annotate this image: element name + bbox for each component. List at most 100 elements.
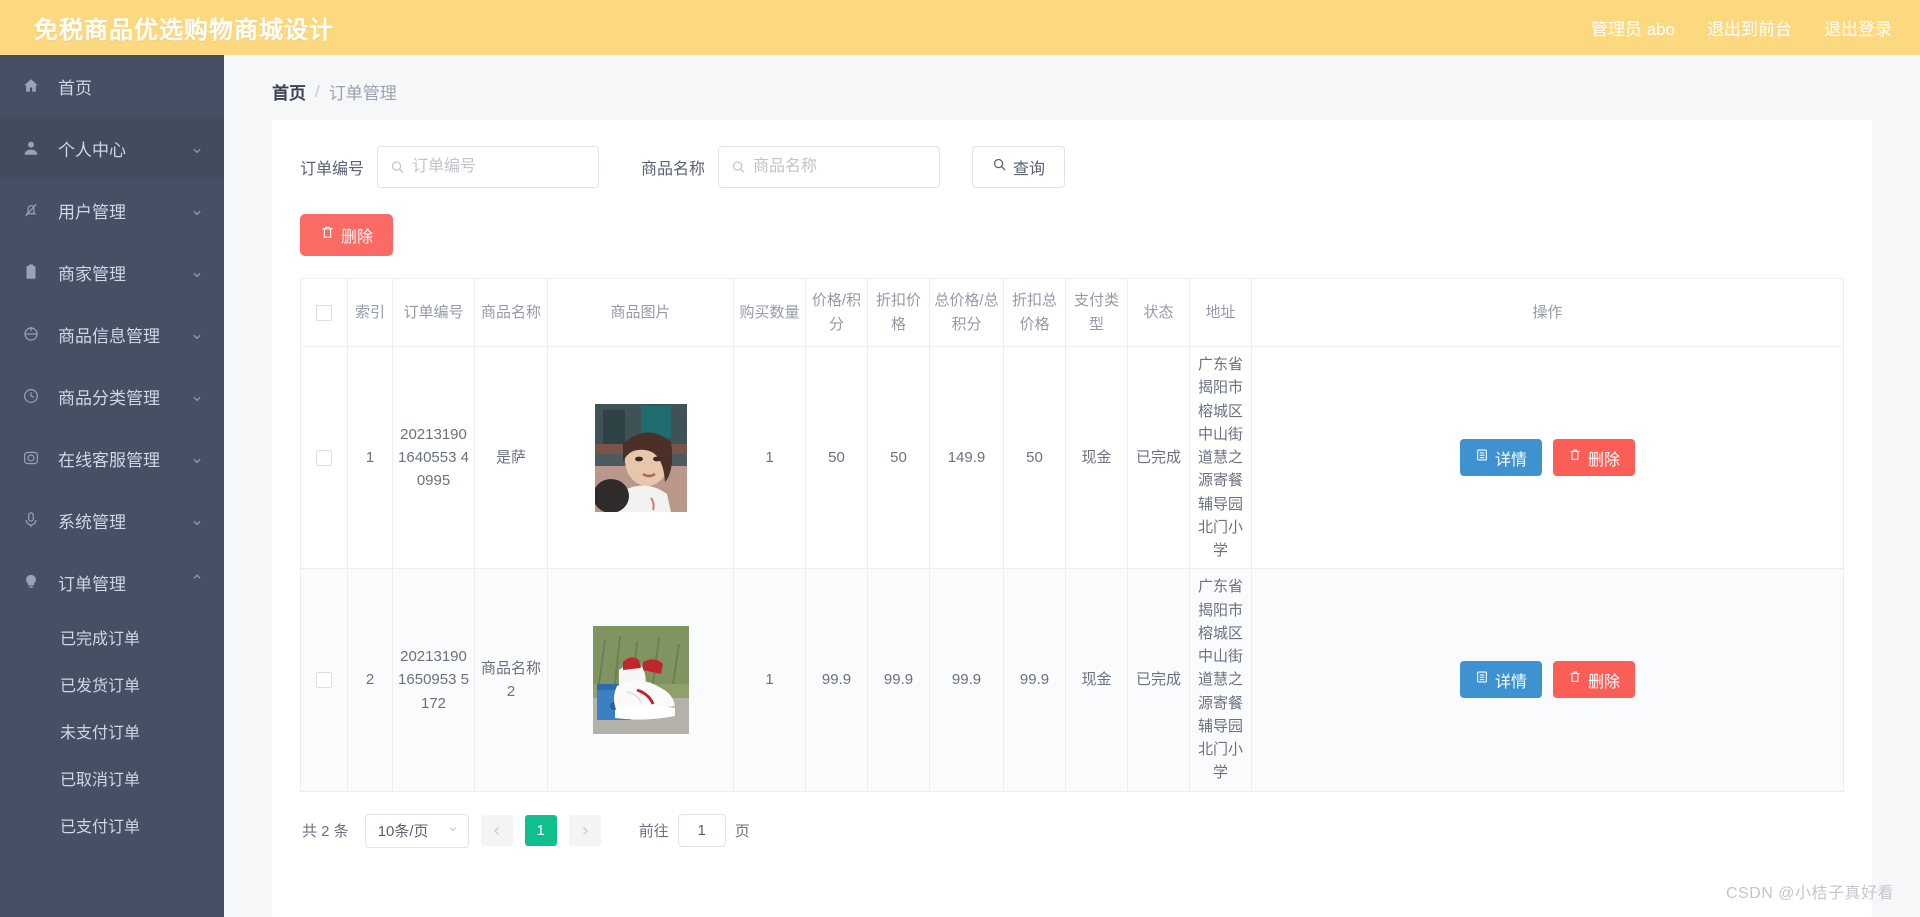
goto-suffix-label: 页 [734, 823, 750, 840]
sidebar-item-user-management[interactable]: 用户管理 ⌄ [0, 179, 224, 241]
sidebar-item-system-management[interactable]: 系统管理 ⌄ [0, 489, 224, 551]
goto-page-group: 前往 页 [639, 814, 750, 847]
sidebar-subitem-paid-orders[interactable]: 已支付订单 [0, 801, 224, 848]
next-page-button[interactable] [568, 815, 601, 846]
cell-product-image [547, 568, 734, 792]
chevron-down-icon [447, 822, 459, 839]
product-name-field-group: 商品名称 [641, 146, 972, 188]
cell-price-points: 99.9 [805, 568, 868, 792]
sidebar-item-home[interactable]: 首页 [0, 55, 224, 117]
cell-pay-type: 现金 [1065, 568, 1128, 792]
row-select-cell [300, 568, 348, 792]
cell-discount-total-price: 50 [1003, 346, 1066, 570]
query-button[interactable]: 查询 [972, 146, 1066, 188]
detail-button[interactable]: 详情 [1459, 661, 1542, 699]
logout-to-front-link[interactable]: 退出到前台 [1707, 15, 1792, 40]
search-input[interactable] [378, 147, 599, 187]
sidebar-item-personal-center[interactable]: 个人中心 ⌄ [0, 117, 224, 179]
sidebar-subitem-cancelled-orders[interactable]: 已取消订单 [0, 754, 224, 801]
sidebar-label: 系统管理 [58, 512, 126, 532]
cell-discount-price: 99.9 [867, 568, 930, 792]
col-quantity: 购买数量 [733, 278, 806, 347]
cell-total-price-points: 149.9 [929, 346, 1004, 570]
bell-off-icon [22, 200, 48, 220]
sidebar-label: 商家管理 [58, 264, 126, 284]
trash-icon [1568, 448, 1582, 467]
col-discount-total-price: 折扣总价格 [1003, 278, 1066, 347]
detail-button[interactable]: 详情 [1459, 439, 1542, 477]
trash-icon [320, 225, 335, 245]
chevron-down-icon: ⌄ [189, 386, 205, 405]
sidebar-item-order-management[interactable]: 订单管理 ⌃ [0, 551, 224, 613]
logout-link[interactable]: 退出登录 [1824, 15, 1892, 40]
prev-page-button[interactable] [480, 815, 513, 846]
breadcrumb-home[interactable]: 首页 [272, 79, 306, 104]
row-delete-button[interactable]: 删除 [1553, 661, 1636, 699]
total-count-label: 共 2 条 [302, 823, 349, 840]
cell-discount-price: 50 [867, 346, 930, 570]
sidebar-item-product-info-management[interactable]: 商品信息管理 ⌄ [0, 303, 224, 365]
sidebar-item-merchant-management[interactable]: 商家管理 ⌄ [0, 241, 224, 303]
row-select-cell [300, 346, 348, 570]
row-checkbox[interactable] [316, 672, 332, 689]
row-delete-label: 删除 [1588, 451, 1621, 469]
col-pay-type: 支付类型 [1065, 278, 1128, 347]
sidebar-subitem-unpaid-orders[interactable]: 未支付订单 [0, 707, 224, 754]
batch-delete-button[interactable]: 删除 [300, 214, 394, 256]
batch-toolbar: 删除 [300, 214, 1844, 256]
bulb-icon [22, 572, 48, 592]
row-actions: 详情 删除 [1256, 439, 1839, 477]
admin-name[interactable]: 管理员 abo [1591, 15, 1675, 40]
col-price-points: 价格/积分 [805, 278, 868, 347]
sidebar-nav: 首页 个人中心 ⌄ 用户管理 ⌄ 商家管理 ⌄ 商品信息管理 ⌄ 商品分类管理 … [0, 55, 224, 917]
document-icon [1475, 448, 1489, 467]
goto-page-input[interactable] [677, 814, 726, 847]
cell-product-name: 商品名称2 [474, 568, 548, 792]
cell-operation: 详情 删除 [1251, 568, 1844, 792]
select-all-checkbox[interactable] [316, 304, 332, 321]
sidebar-label: 首页 [58, 78, 92, 98]
sidebar-label: 个人中心 [58, 140, 126, 160]
body-wrapper: 首页 个人中心 ⌄ 用户管理 ⌄ 商家管理 ⌄ 商品信息管理 ⌄ 商品分类管理 … [0, 55, 1920, 917]
clipboard-icon [22, 262, 48, 282]
page-size-select[interactable]: 10条/页 [364, 813, 469, 848]
sidebar-label: 商品信息管理 [58, 326, 160, 346]
cell-status: 已完成 [1127, 346, 1190, 570]
product-name-input[interactable] [719, 147, 940, 187]
sidebar-item-product-category-management[interactable]: 商品分类管理 ⌄ [0, 365, 224, 427]
cell-operation: 详情 删除 [1251, 346, 1844, 570]
user-icon [22, 138, 48, 158]
detail-button-label: 详情 [1494, 451, 1527, 469]
sidebar-item-online-service-management[interactable]: 在线客服管理 ⌄ [0, 427, 224, 489]
search-icon [992, 157, 1007, 177]
product-thumbnail[interactable] [592, 625, 689, 734]
chevron-down-icon: ⌄ [189, 448, 205, 467]
sidebar-subitem-completed-orders[interactable]: 已完成订单 [0, 613, 224, 660]
cell-address: 广东省揭阳市榕城区中山街道慧之源寄餐辅导园北门小学 [1189, 568, 1252, 792]
breadcrumb-current: 订单管理 [328, 84, 397, 103]
sidebar-subitem-shipped-orders[interactable]: 已发货订单 [0, 660, 224, 707]
col-order-no: 订单编号 [392, 278, 475, 347]
app-title: 免税商品优选购物商城设计 [34, 17, 334, 44]
goto-prefix-label: 前往 [638, 823, 669, 840]
order-no-input-wrapper[interactable] [377, 146, 600, 188]
order-no-label: 订单编号 [300, 161, 365, 178]
chevron-down-icon: ⌄ [189, 510, 205, 529]
aim-icon [22, 324, 48, 344]
cell-pay-type: 现金 [1065, 346, 1128, 570]
col-product-image: 商品图片 [547, 278, 734, 347]
cell-address: 广东省揭阳市榕城区中山街道慧之源寄餐辅导园北门小学 [1189, 346, 1252, 570]
cell-total-price-points: 99.9 [929, 568, 1004, 792]
admin-app: 免税商品优选购物商城设计 管理员 abo 退出到前台 退出登录 首页 个人中心 … [0, 0, 1920, 917]
cell-index: 2 [347, 568, 393, 792]
watermark: CSDN @小桔子真好看 [1725, 885, 1894, 902]
row-checkbox[interactable] [316, 450, 332, 467]
cell-product-image [547, 346, 734, 570]
app-header: 免税商品优选购物商城设计 管理员 abo 退出到前台 退出登录 [0, 0, 1920, 55]
row-delete-button[interactable]: 删除 [1553, 439, 1636, 477]
col-total-price-points: 总价格/总积分 [929, 278, 1004, 347]
page-number-1[interactable]: 1 [524, 815, 557, 846]
breadcrumb: 首页 / 订单管理 [224, 55, 1920, 120]
product-thumbnail[interactable] [594, 403, 687, 512]
product-name-input-wrapper[interactable] [718, 146, 941, 188]
